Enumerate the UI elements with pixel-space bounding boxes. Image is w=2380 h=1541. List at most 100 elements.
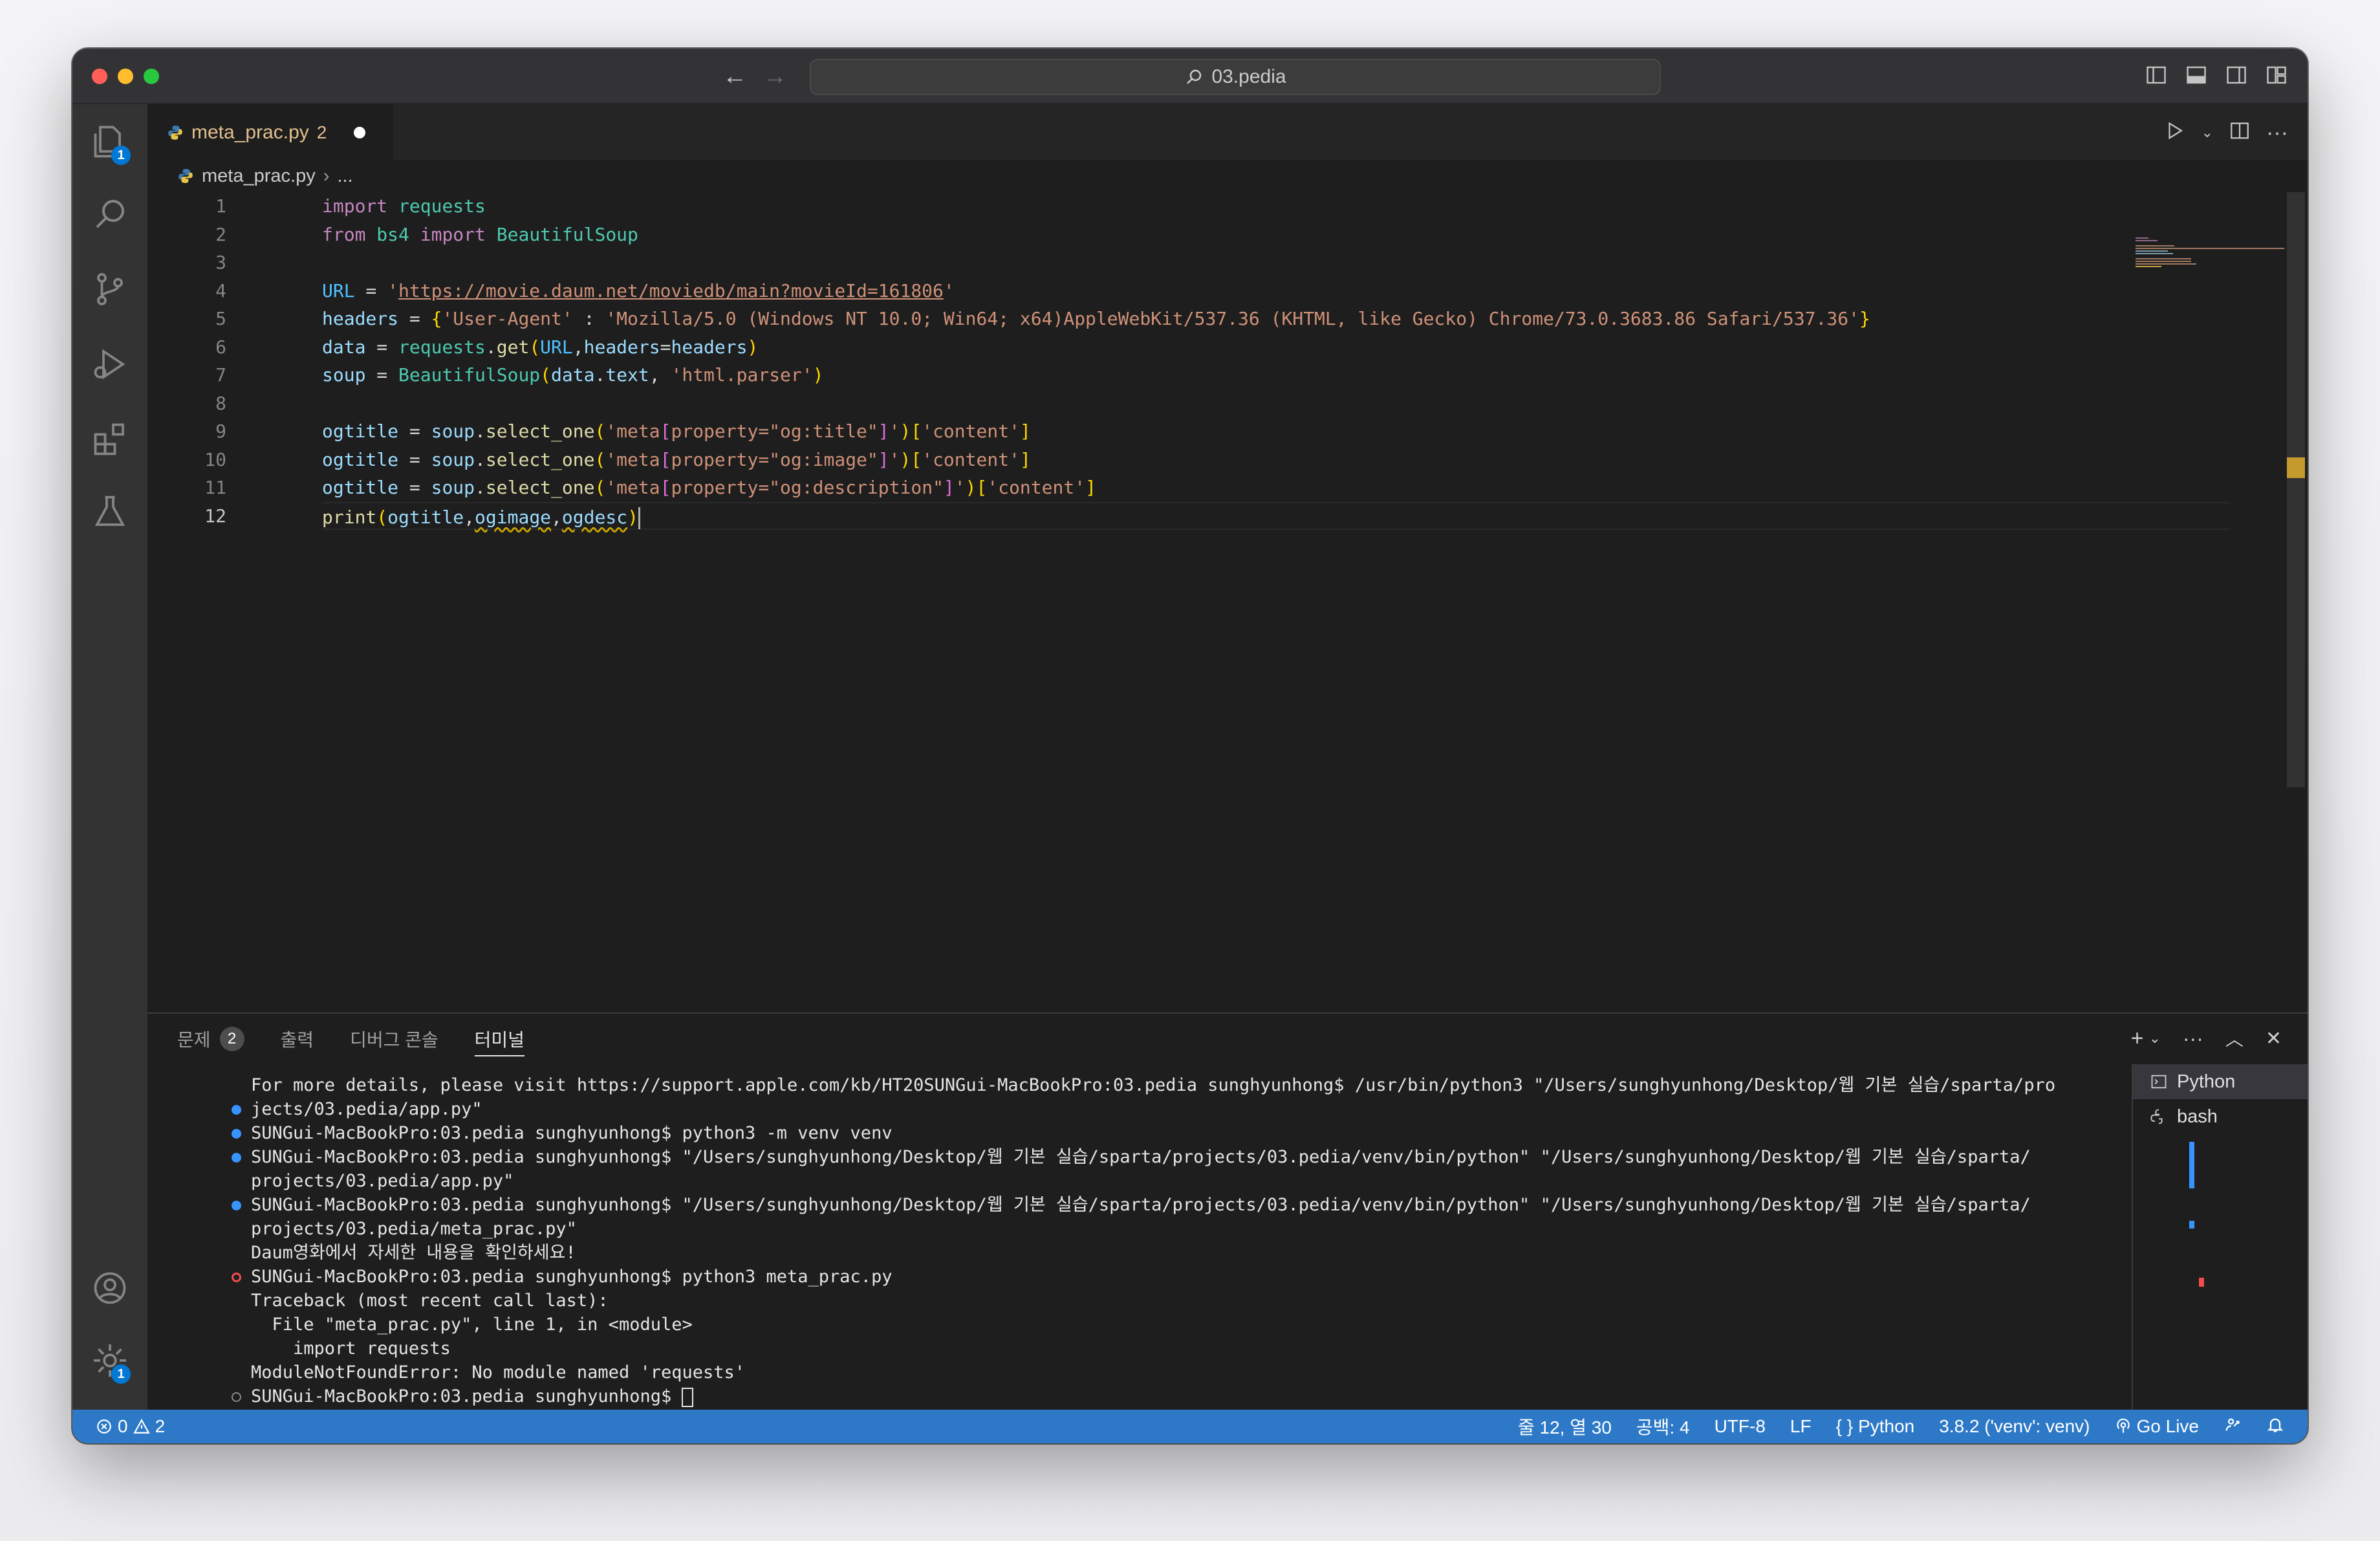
minimize-window-button[interactable] — [118, 69, 133, 84]
breadcrumb: meta_prac.py › ... — [147, 160, 2308, 192]
command-error-decoration-icon[interactable] — [232, 1273, 241, 1282]
command-pending-decoration-icon[interactable] — [232, 1392, 241, 1402]
breadcrumb-file[interactable]: meta_prac.py — [202, 166, 316, 187]
end-of-line[interactable]: LF — [1790, 1416, 1812, 1437]
language-mode[interactable]: { } Python — [1836, 1416, 1915, 1437]
terminal-item-label: Python — [2177, 1071, 2236, 1092]
terminal-line-text: SUNGui-MacBookPro:03.pedia sunghyunhong$… — [251, 1195, 2031, 1215]
terminal-profile-chevron-icon[interactable]: ⌄ — [2148, 1030, 2160, 1047]
toggle-primary-sidebar-icon[interactable] — [2145, 63, 2168, 87]
terminal-line: Traceback (most recent call last): — [147, 1289, 2107, 1313]
command-success-decoration-icon[interactable] — [232, 1129, 241, 1139]
minimap[interactable] — [2136, 237, 2284, 289]
go-live-label: Go Live — [2136, 1416, 2200, 1436]
panel-tab-strip: 문제 2 출력 디버그 콘솔 터미널 — [147, 1014, 2308, 1064]
command-success-decoration-icon[interactable] — [232, 1105, 241, 1115]
terminal-line: projects/03.pedia/meta_prac.py" — [147, 1217, 2107, 1241]
line-number[interactable]: 6 — [147, 333, 238, 362]
close-panel-icon[interactable]: ✕ — [2266, 1027, 2282, 1050]
code-editor[interactable]: 1 2 3 4 5 6 7 8 9 10 11 12 import requests from bs4… — [147, 192, 2308, 1012]
line-number[interactable]: 8 — [147, 389, 238, 418]
python-file-icon — [178, 169, 193, 183]
back-arrow-icon[interactable]: ← — [722, 60, 747, 93]
editor-tab-bar: meta_prac.py 2 ⌄ ··· — [147, 104, 2308, 160]
new-terminal-plus-icon[interactable]: + — [2131, 1026, 2144, 1051]
manage-gear-icon[interactable]: 1 — [91, 1341, 131, 1384]
line-number[interactable]: 9 — [147, 417, 238, 446]
text-cursor — [638, 507, 640, 529]
maximize-panel-chevron-up-icon[interactable]: ︿ — [2225, 1025, 2244, 1051]
error-count: 0 — [118, 1416, 128, 1436]
bottom-panel: 문제 2 출력 디버그 콘솔 터미널 + ⌄ ··· ︿ ✕ For more … — [147, 1012, 2308, 1443]
toggle-secondary-sidebar-icon[interactable] — [2225, 63, 2248, 87]
code-lines[interactable]: import requests from bs4 import Beautifu… — [322, 192, 2230, 530]
terminal-item-bash[interactable]: bash — [2133, 1099, 2308, 1134]
panel-more-actions-icon[interactable]: ··· — [2183, 1027, 2203, 1051]
terminal-output[interactable]: For more details, please visit https://s… — [147, 1073, 2107, 1408]
tab-output[interactable]: 출력 — [281, 1014, 314, 1064]
command-success-decoration-icon[interactable] — [232, 1201, 241, 1210]
line-number[interactable]: 12 — [147, 502, 238, 530]
terminal-line-text: Daum영화에서 자세한 내용을 확인하세요! — [251, 1243, 576, 1263]
broadcast-icon — [2116, 1418, 2130, 1433]
run-dropdown-chevron-icon[interactable]: ⌄ — [2202, 124, 2213, 141]
run-and-debug-icon[interactable] — [91, 345, 129, 384]
more-actions-icon[interactable]: ··· — [2266, 122, 2288, 144]
split-editor-icon[interactable] — [2229, 120, 2251, 145]
terminal-line-text: File "meta_prac.py", line 1, in <module> — [251, 1315, 693, 1335]
testing-flask-icon[interactable] — [91, 492, 129, 531]
tab-debug-console[interactable]: 디버그 콘솔 — [350, 1014, 438, 1064]
line-number[interactable]: 4 — [147, 277, 238, 305]
editor-scrollbar[interactable] — [2287, 192, 2305, 787]
notifications-bell-icon[interactable] — [2266, 1415, 2284, 1438]
code-line: ogtitle = soup.select_one('meta[property… — [322, 477, 1096, 498]
extensions-icon[interactable] — [91, 420, 129, 459]
forward-arrow-icon[interactable]: → — [763, 60, 787, 93]
terminal-item-python[interactable]: Python — [2133, 1064, 2308, 1099]
source-control-icon[interactable] — [91, 270, 129, 309]
cursor-position[interactable]: 줄 12, 열 30 — [1518, 1414, 1612, 1439]
indentation[interactable]: 공백: 4 — [1636, 1414, 1690, 1439]
code-line: ogtitle = soup.select_one('meta[property… — [322, 448, 1031, 470]
line-number[interactable]: 2 — [147, 221, 238, 249]
toggle-panel-icon[interactable] — [2185, 63, 2208, 87]
tab-filename: meta_prac.py — [191, 122, 309, 143]
search-icon[interactable] — [91, 195, 129, 234]
tab-meta-prac[interactable]: meta_prac.py 2 — [147, 104, 393, 160]
warning-count: 2 — [155, 1416, 166, 1436]
line-number[interactable]: 10 — [147, 446, 238, 474]
terminal-line: ModuleNotFoundError: No module named 're… — [147, 1361, 2107, 1384]
line-number[interactable]: 5 — [147, 305, 238, 333]
file-encoding[interactable]: UTF-8 — [1715, 1416, 1766, 1437]
breadcrumb-symbols[interactable]: ... — [337, 166, 352, 187]
zoom-window-button[interactable] — [144, 69, 159, 84]
line-number[interactable]: 3 — [147, 248, 238, 277]
workspace-title: 03.pedia — [1211, 66, 1286, 87]
go-live-button[interactable]: Go Live — [2115, 1416, 2200, 1437]
command-success-decoration-icon[interactable] — [232, 1153, 241, 1163]
tab-terminal[interactable]: 터미널 — [474, 1014, 525, 1064]
customize-layout-icon[interactable] — [2265, 63, 2288, 87]
unsaved-dot-icon[interactable] — [354, 127, 366, 138]
line-number[interactable]: 1 — [147, 192, 238, 221]
tab-problems[interactable]: 문제 2 — [177, 1014, 244, 1064]
run-python-file-icon[interactable] — [2164, 120, 2186, 145]
line-number[interactable]: 11 — [147, 474, 238, 502]
close-window-button[interactable] — [92, 69, 107, 84]
terminal-line: import requests — [147, 1337, 2107, 1361]
terminal-line-text: projects/03.pedia/meta_prac.py" — [251, 1219, 577, 1239]
problems-status[interactable]: 0 2 — [96, 1416, 165, 1437]
explorer-icon[interactable]: 1 — [91, 122, 131, 165]
terminal-line: jects/03.pedia/app.py" — [147, 1097, 2107, 1121]
code-line-current: print(ogtitle,ogimage,ogdesc) — [322, 501, 2230, 530]
command-center-search[interactable]: 03.pedia — [810, 59, 1661, 95]
accounts-icon[interactable] — [91, 1269, 129, 1307]
tab-output-label: 출력 — [280, 1030, 314, 1050]
line-number[interactable]: 7 — [147, 361, 238, 389]
code-line: from bs4 import BeautifulSoup — [322, 223, 638, 245]
feedback-icon[interactable] — [2223, 1415, 2242, 1438]
python-interpreter[interactable]: 3.8.2 ('venv': venv) — [1939, 1416, 2090, 1437]
tab-problem-count: 2 — [316, 122, 327, 142]
terminal-line-text: SUNGui-MacBookPro:03.pedia sunghyunhong$ — [251, 1386, 682, 1406]
